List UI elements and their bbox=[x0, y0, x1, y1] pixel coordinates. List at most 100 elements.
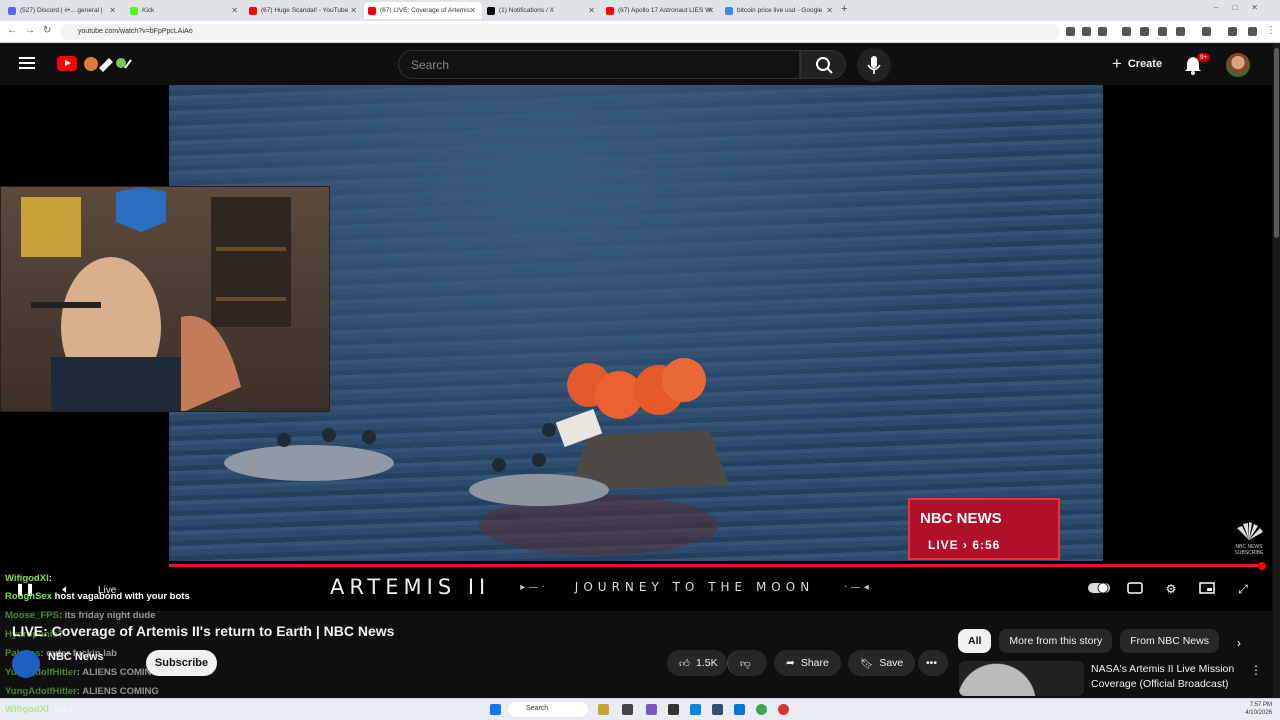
share-button[interactable]: ➦ Share bbox=[774, 650, 841, 676]
menu-icon[interactable]: ⋮ bbox=[1266, 25, 1276, 36]
youtube-logo-icon[interactable] bbox=[57, 56, 77, 71]
settings-icon[interactable] bbox=[1248, 27, 1257, 36]
bookmark-icon: 🔖︎ bbox=[860, 657, 874, 670]
fullscreen-icon[interactable]: ⤢ bbox=[1234, 582, 1252, 598]
live-progress-bar[interactable] bbox=[169, 564, 1263, 567]
close-icon[interactable]: ✕ bbox=[588, 6, 595, 15]
close-icon[interactable]: ✕ bbox=[109, 6, 116, 15]
extension-icon[interactable] bbox=[1176, 27, 1185, 36]
more-vertical-icon[interactable]: ⋮ bbox=[1250, 663, 1262, 677]
extension-icon[interactable] bbox=[1202, 27, 1211, 36]
url-field[interactable]: youtube.com/watch?v=bFpPpcLAiAo bbox=[60, 24, 1060, 40]
voice-search-button[interactable] bbox=[857, 48, 891, 82]
tab-label: (67) Apollo 17 Astronaut LIES W bbox=[618, 7, 712, 14]
zoom-icon[interactable] bbox=[1082, 27, 1091, 36]
subscribe-button[interactable]: Subscribe bbox=[146, 650, 217, 676]
chat-message: WifigodXI: fake bbox=[5, 704, 74, 715]
create-label: Create bbox=[1127, 58, 1163, 70]
nbc-corner-label: NBC NEWS SUBSCRIBE bbox=[1234, 544, 1264, 556]
like-button[interactable]: 👍︎ 1.5K bbox=[667, 650, 727, 676]
app-icon[interactable] bbox=[712, 704, 723, 715]
hamburger-menu-icon[interactable] bbox=[19, 57, 35, 69]
extension-icon[interactable] bbox=[1158, 27, 1167, 36]
thumbs-down-icon: 👎︎ bbox=[740, 657, 751, 670]
os-taskbar: Search 7:57 PM 4/10/2026 bbox=[0, 698, 1280, 720]
recommendation-title[interactable]: NASA's Artemis II Live Mission Coverage … bbox=[1091, 662, 1251, 692]
close-icon[interactable]: ✕ bbox=[826, 6, 833, 15]
profile-icon[interactable] bbox=[1228, 27, 1237, 36]
nbc-subscribe-watermark[interactable]: NBC NEWS SUBSCRIBE bbox=[1233, 522, 1265, 556]
autoplay-toggle-icon[interactable] bbox=[1088, 582, 1110, 598]
forward-icon[interactable]: → bbox=[25, 25, 35, 36]
close-icon[interactable]: ✕ bbox=[231, 6, 238, 15]
chat-message: Moose_FPS: its friday night dude bbox=[5, 610, 155, 621]
close-icon[interactable]: ✕ bbox=[707, 6, 714, 15]
extension-icon[interactable] bbox=[1140, 27, 1149, 36]
taskbar-search-input[interactable]: Search bbox=[508, 702, 588, 717]
youtube-icon bbox=[368, 6, 376, 15]
chip-more-from-story[interactable]: More from this story bbox=[999, 629, 1113, 653]
chat-text: host vagabond with your bots bbox=[51, 591, 190, 602]
save-label: Save bbox=[879, 657, 904, 669]
chevron-right-icon[interactable]: › bbox=[1237, 636, 1241, 650]
miniplayer-icon[interactable] bbox=[1198, 582, 1216, 598]
channel-avatar[interactable] bbox=[12, 650, 40, 678]
discord-icon bbox=[8, 6, 16, 15]
recommendation-thumbnail[interactable] bbox=[959, 661, 1084, 696]
related-chip-bar: All More from this story From NBC News bbox=[958, 629, 1219, 653]
window-controls[interactable]: –□✕ bbox=[1214, 3, 1272, 12]
reload-icon[interactable]: ↻ bbox=[43, 25, 51, 36]
scrubber-handle[interactable] bbox=[1258, 562, 1266, 570]
captions-icon[interactable] bbox=[1126, 582, 1144, 598]
logo-doodle-icon[interactable] bbox=[79, 54, 133, 74]
app-icon[interactable] bbox=[734, 704, 745, 715]
avatar[interactable] bbox=[1226, 53, 1250, 77]
browser-tab-bar: (527) Discord | #•... general | ✕ Kick ✕… bbox=[0, 0, 1280, 21]
app-icon[interactable] bbox=[598, 704, 609, 715]
channel-name[interactable]: NBC News bbox=[48, 651, 104, 663]
app-icon[interactable] bbox=[778, 704, 789, 715]
clock-date: 4/10/2026 bbox=[1245, 710, 1272, 716]
banner-subtitle: JOURNEY TO THE MOON bbox=[574, 580, 815, 594]
tab-apollo[interactable]: (67) Apollo 17 Astronaut LIES W ✕ bbox=[602, 2, 720, 19]
tab-artemis-live[interactable]: (67) LIVE: Coverage of Artemis ✕ bbox=[364, 2, 482, 19]
tab-youtube-scandal[interactable]: (67) Huge Scandal! - YouTube ✕ bbox=[245, 2, 363, 19]
app-icon[interactable] bbox=[646, 704, 657, 715]
tab-google-bitcoin[interactable]: bitcoin price live usd - Google ✕ bbox=[721, 2, 839, 19]
create-button[interactable]: + Create bbox=[1102, 49, 1172, 79]
edge-icon[interactable] bbox=[690, 704, 701, 715]
close-icon[interactable]: ✕ bbox=[469, 6, 476, 15]
video-player[interactable]: NBC NEWS LIVE › 6:56 NBC NEWS SUBSCRIBE … bbox=[0, 85, 1272, 611]
dislike-button[interactable]: 👎︎ bbox=[727, 650, 767, 676]
chat-message: WifigodXI: bbox=[5, 573, 52, 584]
video-title: LIVE: Coverage of Artemis II's return to… bbox=[12, 623, 395, 639]
nbc-news-live-badge: NBC NEWS LIVE › 6:56 bbox=[908, 498, 1060, 560]
url-text: youtube.com/watch?v=bFpPpcLAiAo bbox=[78, 28, 193, 35]
extension-icon[interactable] bbox=[1122, 27, 1131, 36]
taskbar-clock[interactable]: 7:57 PM 4/10/2026 bbox=[1245, 701, 1272, 717]
tab-label: (67) LIVE: Coverage of Artemis bbox=[380, 7, 470, 14]
chrome-icon[interactable] bbox=[756, 704, 767, 715]
notification-badge: 9+ bbox=[1197, 53, 1211, 62]
tab-discord[interactable]: (527) Discord | #•... general | ✕ bbox=[4, 2, 122, 19]
search-button[interactable] bbox=[800, 50, 846, 79]
settings-gear-icon[interactable]: ⚙ bbox=[1162, 582, 1180, 598]
tab-kick[interactable]: Kick ✕ bbox=[126, 2, 244, 19]
extension-icon[interactable] bbox=[1066, 27, 1075, 36]
save-button[interactable]: 🔖︎ Save bbox=[848, 650, 916, 676]
chat-text: : ALIENS COMING bbox=[76, 686, 159, 697]
windows-start-icon[interactable] bbox=[490, 704, 501, 715]
more-actions-button[interactable]: ••• bbox=[918, 650, 948, 676]
tab-x-notifications[interactable]: (1) Notifications / X ✕ bbox=[483, 2, 601, 19]
close-icon[interactable]: ✕ bbox=[350, 6, 357, 15]
new-tab-button[interactable]: + bbox=[841, 3, 847, 15]
back-icon[interactable]: ← bbox=[7, 25, 17, 36]
scrollbar-thumb[interactable] bbox=[1274, 48, 1279, 238]
app-icon[interactable] bbox=[668, 704, 679, 715]
chip-all[interactable]: All bbox=[958, 629, 992, 653]
bookmark-star-icon[interactable] bbox=[1098, 27, 1107, 36]
like-count: 1.5K bbox=[695, 657, 718, 669]
task-view-icon[interactable] bbox=[622, 704, 633, 715]
search-input[interactable]: Search bbox=[398, 50, 800, 79]
chip-from-nbc-news[interactable]: From NBC News bbox=[1120, 629, 1219, 653]
